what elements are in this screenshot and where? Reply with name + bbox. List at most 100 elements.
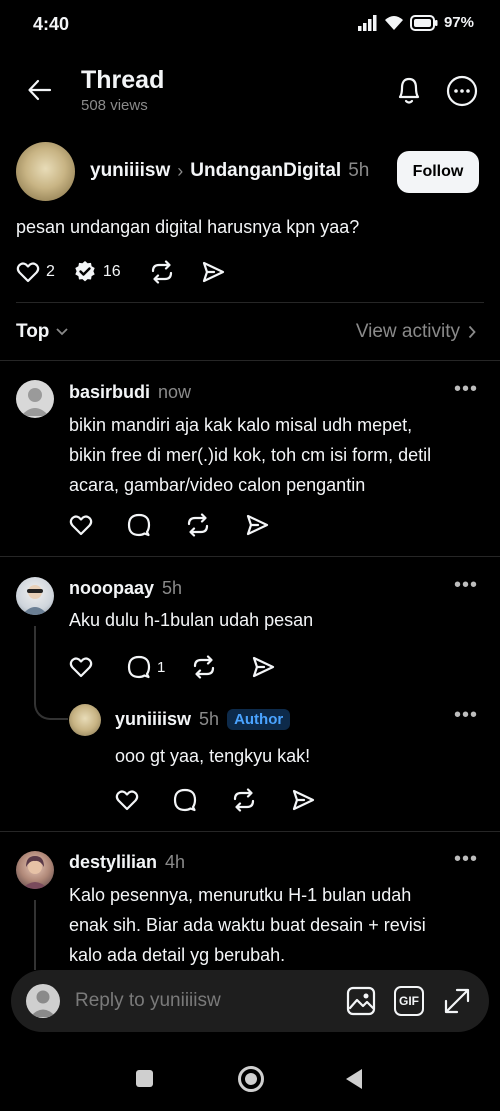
expand-icon[interactable] bbox=[443, 987, 471, 1015]
reply-header: nooopaay 5h bbox=[69, 578, 182, 599]
reply-avatar[interactable] bbox=[16, 577, 54, 615]
reply-header: destylilian 4h bbox=[69, 852, 185, 873]
post-actions: 2 16 bbox=[16, 259, 243, 285]
like-button[interactable]: 2 bbox=[16, 261, 55, 283]
composer-avatar bbox=[26, 984, 60, 1018]
more-icon[interactable] bbox=[446, 75, 478, 107]
post-author-avatar[interactable] bbox=[16, 142, 75, 201]
repost-icon bbox=[185, 513, 211, 537]
repost-count: 16 bbox=[102, 263, 121, 280]
comment-icon bbox=[173, 788, 197, 812]
page-title: Thread bbox=[81, 66, 165, 94]
post-time: 5h bbox=[348, 160, 370, 181]
chevron-right-icon: › bbox=[177, 160, 184, 181]
reply-line: bikin free di mer(.)id kok, toh cm isi f… bbox=[69, 445, 432, 465]
sort-dropdown[interactable]: Top bbox=[16, 321, 69, 343]
post-community[interactable]: UndanganDigital bbox=[190, 160, 341, 182]
reply-username[interactable]: basirbudi bbox=[69, 382, 150, 403]
more-icon[interactable]: ••• bbox=[454, 848, 478, 871]
reply-line: kalo ada detail yg berubah. bbox=[69, 945, 286, 965]
signal-icon bbox=[357, 14, 378, 31]
thread-connector bbox=[34, 690, 68, 720]
repost-button[interactable] bbox=[185, 513, 211, 537]
repost-count-button[interactable]: 16 bbox=[73, 260, 121, 284]
thread-line bbox=[34, 900, 36, 970]
post-text: pesan undangan digital harusnya kpn yaa? bbox=[16, 217, 360, 237]
like-button[interactable] bbox=[115, 789, 139, 811]
reply-avatar[interactable] bbox=[16, 380, 54, 418]
reply-text: Aku dulu h-1bulan udah pesan bbox=[69, 610, 314, 630]
gif-label: GIF bbox=[399, 994, 419, 1008]
heart-icon bbox=[115, 789, 139, 811]
system-back-button[interactable] bbox=[345, 1068, 363, 1090]
status-time: 4:40 bbox=[33, 14, 70, 34]
home-button[interactable] bbox=[238, 1066, 264, 1092]
heart-icon bbox=[69, 514, 93, 536]
heart-icon bbox=[69, 656, 93, 678]
share-icon bbox=[251, 656, 275, 678]
divider bbox=[0, 556, 500, 557]
more-icon[interactable]: ••• bbox=[454, 574, 478, 597]
repost-button[interactable] bbox=[191, 655, 217, 679]
reply-username[interactable]: yuniiiisw bbox=[115, 709, 191, 730]
comment-button[interactable] bbox=[127, 513, 151, 537]
view-activity-label: View activity bbox=[355, 321, 460, 342]
reply-line: enak sih. Biar ada waktu buat desain + r… bbox=[69, 915, 426, 935]
comment-icon bbox=[127, 655, 151, 679]
comment-count: 1 bbox=[157, 658, 166, 676]
battery-percent: 97% bbox=[443, 14, 474, 31]
post-meta: yuniiiisw › UndanganDigital 5h bbox=[90, 160, 369, 182]
image-icon[interactable] bbox=[346, 986, 376, 1016]
comment-icon bbox=[127, 513, 151, 537]
battery-icon bbox=[409, 14, 438, 31]
reply-line: acara, gambar/video calon pengantin bbox=[69, 475, 366, 495]
like-button[interactable] bbox=[69, 656, 93, 678]
share-button[interactable] bbox=[251, 656, 275, 678]
repost-icon bbox=[191, 655, 217, 679]
bell-icon[interactable] bbox=[394, 74, 424, 106]
divider bbox=[0, 360, 500, 361]
divider bbox=[0, 831, 500, 832]
reply-line: bikin mandiri aja kak kalo misal udh mep… bbox=[69, 415, 413, 435]
share-icon bbox=[291, 789, 315, 811]
chevron-down-icon bbox=[55, 327, 69, 337]
reply-time: now bbox=[158, 382, 192, 402]
reply-avatar[interactable] bbox=[69, 704, 101, 736]
reply-header: basirbudi now bbox=[69, 382, 191, 403]
reply-avatar[interactable] bbox=[16, 851, 54, 889]
reply-text: bikin mandiri aja kak kalo misal udh mep… bbox=[69, 410, 431, 500]
more-icon[interactable]: ••• bbox=[454, 378, 478, 401]
follow-button[interactable]: Follow bbox=[397, 151, 479, 193]
view-activity-link[interactable]: View activity bbox=[356, 321, 476, 343]
share-button[interactable] bbox=[291, 789, 315, 811]
reply-actions: 1 bbox=[69, 655, 309, 679]
back-arrow-icon[interactable] bbox=[26, 76, 54, 104]
share-button[interactable] bbox=[201, 261, 225, 283]
share-icon bbox=[201, 261, 225, 283]
like-button[interactable] bbox=[69, 514, 93, 536]
reply-text: Kalo pesennya, menurutku H-1 bulan udah … bbox=[69, 880, 426, 970]
comment-button[interactable] bbox=[173, 788, 197, 812]
reply-time: 4h bbox=[165, 852, 186, 872]
reply-input-placeholder[interactable]: Reply to yuniiiisw bbox=[75, 990, 221, 1012]
repost-button[interactable] bbox=[231, 788, 257, 812]
reposted-check-icon bbox=[73, 260, 97, 284]
more-icon[interactable]: ••• bbox=[454, 704, 478, 727]
share-button[interactable] bbox=[245, 514, 269, 536]
author-badge: Author bbox=[227, 709, 291, 730]
reply-username[interactable]: destylilian bbox=[69, 852, 157, 873]
gif-icon[interactable]: GIF bbox=[394, 986, 424, 1016]
reply-actions bbox=[115, 788, 349, 812]
recent-apps-button[interactable] bbox=[136, 1070, 153, 1087]
reply-header: yuniiiisw 5h Author bbox=[115, 709, 291, 730]
reply-text: ooo gt yaa, tengkyu kak! bbox=[115, 746, 311, 766]
comment-button[interactable]: 1 bbox=[127, 655, 165, 679]
reply-actions bbox=[69, 513, 303, 537]
heart-icon bbox=[16, 261, 40, 283]
reply-line: Kalo pesennya, menurutku H-1 bulan udah bbox=[69, 885, 412, 905]
reply-username[interactable]: nooopaay bbox=[69, 578, 154, 599]
share-icon bbox=[245, 514, 269, 536]
repost-button[interactable] bbox=[149, 260, 175, 284]
post-author-name[interactable]: yuniiiisw bbox=[90, 160, 170, 182]
wifi-icon bbox=[384, 15, 404, 31]
